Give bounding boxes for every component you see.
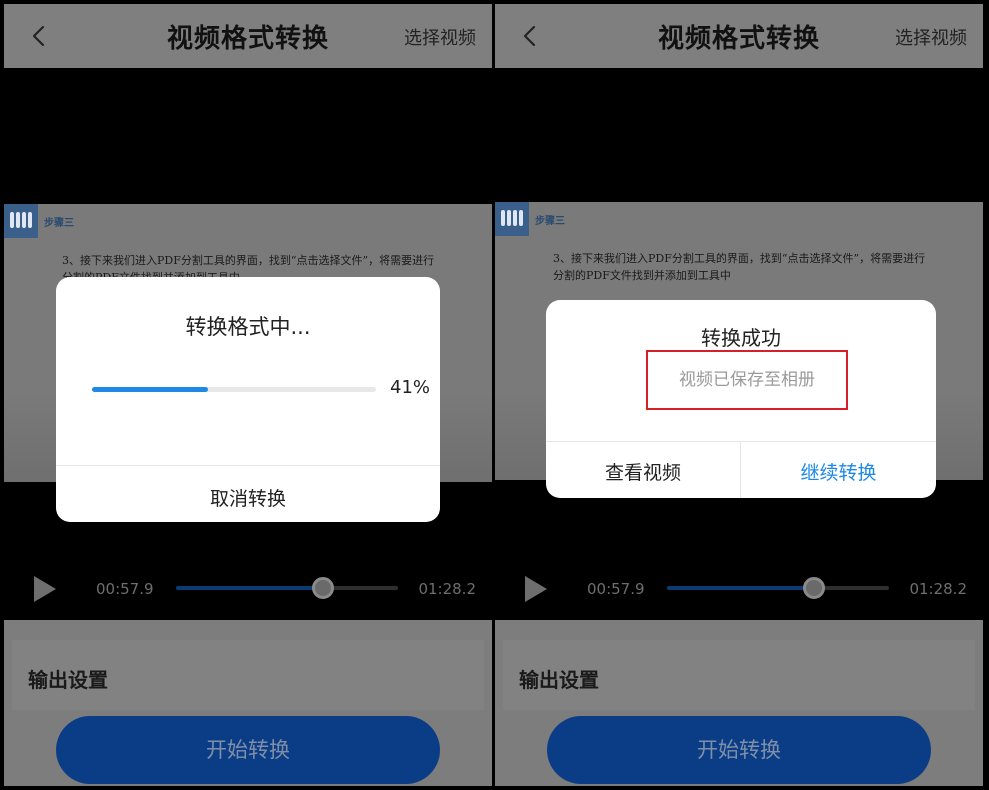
dialog-title: 转换成功: [701, 326, 781, 350]
top-bar: 视频格式转换 选择视频: [4, 4, 492, 68]
seek-thumb[interactable]: [802, 577, 825, 599]
seek-bar[interactable]: [176, 577, 398, 599]
output-settings-label: 输出设置: [519, 668, 599, 692]
settings-panel: 输出设置 开始转换: [495, 620, 983, 786]
logo: [4, 204, 38, 238]
player-controls: 00:57.9 01:28.2: [495, 572, 983, 612]
slide-step-label: 步骤三: [44, 218, 74, 229]
select-video-button[interactable]: 选择视频: [404, 24, 476, 50]
start-convert-button[interactable]: 开始转换: [547, 716, 931, 784]
play-icon[interactable]: [523, 574, 549, 604]
logo: [495, 202, 529, 236]
current-time: 00:57.9: [96, 580, 154, 598]
screen-success: 视频格式转换 选择视频 步骤三 3、接下来我们进入PDF分割工具的界面，找到“点…: [495, 4, 983, 786]
slide-step-label: 步骤三: [535, 216, 565, 227]
screen-converting: 视频格式转换 选择视频 步骤三 3、接下来我们进入PDF分割工具的界面，找到“点…: [4, 4, 492, 786]
slide-text: 3、接下来我们进入PDF分割工具的界面，找到“点击选择文件”，将需要进行分割的P…: [553, 252, 926, 282]
progress-percent: 41%: [390, 377, 431, 398]
seek-progress: [176, 586, 323, 590]
play-icon[interactable]: [32, 574, 58, 604]
top-bar: 视频格式转换 选择视频: [495, 4, 983, 68]
start-convert-button[interactable]: 开始转换: [56, 716, 440, 784]
settings-panel: 输出设置 开始转换: [4, 620, 492, 786]
view-video-button[interactable]: 查看视频: [546, 458, 740, 485]
progress-fill: [92, 387, 209, 392]
current-time: 00:57.9: [587, 580, 645, 598]
converting-dialog: 转换格式中... 41% 取消转换: [56, 277, 440, 522]
select-video-button[interactable]: 选择视频: [895, 24, 967, 50]
seek-thumb[interactable]: [311, 577, 334, 599]
total-time: 01:28.2: [418, 580, 476, 598]
continue-convert-button[interactable]: 继续转换: [741, 458, 936, 485]
seek-progress: [667, 586, 814, 590]
success-dialog: 转换成功 视频已保存至相册 查看视频 继续转换: [546, 300, 936, 498]
seek-bar[interactable]: [667, 577, 889, 599]
divider: [56, 465, 440, 466]
dialog-title: 转换格式中...: [185, 315, 311, 339]
cancel-convert-button[interactable]: 取消转换: [56, 484, 440, 511]
divider: [546, 441, 936, 442]
saved-to-album-note: 视频已保存至相册: [646, 350, 848, 410]
progress-bar: [92, 387, 376, 392]
output-settings-label: 输出设置: [28, 668, 108, 692]
player-controls: 00:57.9 01:28.2: [4, 572, 492, 612]
total-time: 01:28.2: [909, 580, 967, 598]
